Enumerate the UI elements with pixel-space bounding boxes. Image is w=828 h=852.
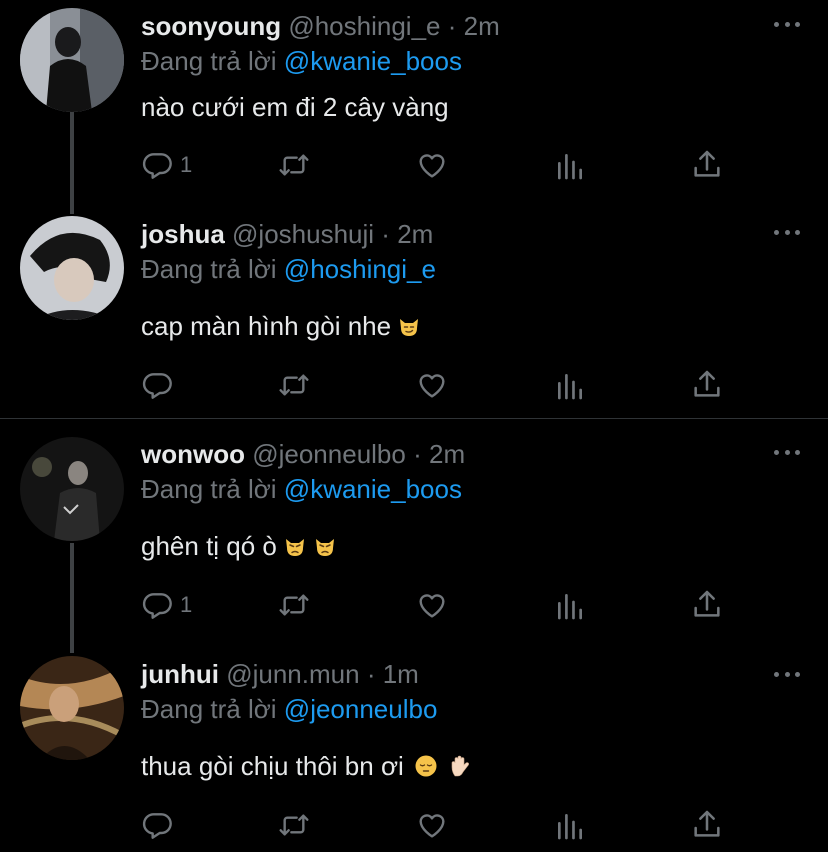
analytics-button[interactable] [554,810,586,842]
reply-icon [142,589,174,621]
more-icon[interactable] [774,450,800,458]
reply-count: 1 [180,592,193,617]
mention-link[interactable]: @kwanie_boos [284,474,462,504]
smirk-cat-emoji-icon [400,319,419,336]
reply-button[interactable] [142,809,174,841]
reply-icon [142,369,174,401]
pensive-face-emoji-icon [415,755,437,777]
avatar[interactable] [20,656,124,760]
tweet-text-content: nào cưới em đi 2 cây vàng [141,92,449,122]
display-name[interactable]: soonyoung [141,11,281,41]
analytics-button[interactable] [554,150,586,182]
replying-prefix: Đang trả lời [141,694,277,724]
share-icon [691,588,723,620]
retweet-button[interactable] [278,149,310,181]
share-button[interactable] [691,368,723,400]
mention-link[interactable]: @jeonneulbo [284,694,438,724]
reply-button[interactable]: 1 [142,149,192,181]
timestamp[interactable]: 2m [397,219,433,249]
retweet-icon [278,589,310,621]
replying-prefix: Đang trả lời [141,254,277,284]
tweet-text-content: thua gòi chịu thôi bn ơi [141,751,404,781]
more-icon[interactable] [774,22,800,30]
reply-icon [142,149,174,181]
like-icon [416,589,448,621]
timestamp[interactable]: 2m [429,439,465,469]
separator-dot: · [381,219,390,249]
timestamp[interactable]: 2m [464,11,500,41]
tweet-header: joshua @joshushuji · 2m [141,218,433,250]
display-name[interactable]: wonwoo [141,439,245,469]
display-name[interactable]: joshua [141,219,225,249]
separator-dot: · [366,659,376,689]
mention-link[interactable]: @kwanie_boos [284,46,462,76]
retweet-icon [278,369,310,401]
tweet-text: thua gòi chịu thôi bn ơi [141,750,472,782]
like-icon [416,149,448,181]
mention-link[interactable]: @hoshingi_e [284,254,436,284]
retweet-button[interactable] [278,589,310,621]
replying-to: Đang trả lời @hoshingi_e [141,253,436,285]
retweet-icon [278,809,310,841]
tweet-text: nào cưới em đi 2 cây vàng [141,91,449,123]
display-name[interactable]: junhui [141,659,219,689]
separator-dot: · [413,439,422,469]
like-icon [416,369,448,401]
more-icon[interactable] [774,672,800,680]
more-icon[interactable] [774,230,800,238]
raised-hand-emoji-icon [451,755,469,777]
pouting-cat-emoji-icon [315,539,334,556]
tweet[interactable]: soonyoung @hoshingi_e · 2m Đang trả lời … [0,0,828,200]
separator-dot: · [447,11,457,41]
like-button[interactable] [416,149,448,181]
tweet-text-content: ghên tị qó ò [141,531,277,561]
tweet-text-content: cap màn hình gòi nhe [141,311,392,341]
analytics-button[interactable] [554,590,586,622]
share-button[interactable] [691,588,723,620]
analytics-icon [554,370,586,402]
share-icon [691,368,723,400]
tweet-text: cap màn hình gòi nhe [141,310,421,342]
reply-icon [142,809,174,841]
share-button[interactable] [691,148,723,180]
replying-to: Đang trả lời @kwanie_boos [141,473,462,505]
retweet-button[interactable] [278,369,310,401]
analytics-icon [554,810,586,842]
avatar[interactable] [20,216,124,320]
like-button[interactable] [416,809,448,841]
timestamp[interactable]: 1m [383,659,419,689]
tweet-text: ghên tị qó ò [141,530,337,562]
share-icon [691,808,723,840]
tweet-header: wonwoo @jeonneulbo · 2m [141,438,465,470]
avatar[interactable] [20,8,124,112]
tweet-header: junhui @junn.mun · 1m [141,658,419,690]
replying-prefix: Đang trả lời [141,46,277,76]
share-icon [691,148,723,180]
like-button[interactable] [416,369,448,401]
username[interactable]: @joshushuji [232,219,374,249]
retweet-icon [278,149,310,181]
analytics-button[interactable] [554,370,586,402]
username[interactable]: @junn.mun [226,659,359,689]
tweet[interactable]: joshua @joshushuji · 2m Đang trả lời @ho… [0,200,828,418]
pouting-cat-emoji-icon [285,539,304,556]
retweet-button[interactable] [278,809,310,841]
analytics-icon [554,590,586,622]
tweet-header: soonyoung @hoshingi_e · 2m [141,10,500,42]
reply-button[interactable] [142,369,174,401]
replying-prefix: Đang trả lời [141,474,277,504]
replying-to: Đang trả lời @kwanie_boos [141,45,462,77]
like-button[interactable] [416,589,448,621]
like-icon [416,809,448,841]
username[interactable]: @hoshingi_e [288,11,440,41]
tweet[interactable]: junhui @junn.mun · 1m Đang trả lời @jeon… [0,640,828,852]
username[interactable]: @jeonneulbo [252,439,406,469]
analytics-icon [554,150,586,182]
tweet[interactable]: wonwoo @jeonneulbo · 2m Đang trả lời @kw… [0,419,828,640]
reply-count: 1 [180,152,193,177]
avatar[interactable] [20,437,124,541]
replying-to: Đang trả lời @jeonneulbo [141,693,437,725]
reply-button[interactable]: 1 [142,589,192,621]
share-button[interactable] [691,808,723,840]
